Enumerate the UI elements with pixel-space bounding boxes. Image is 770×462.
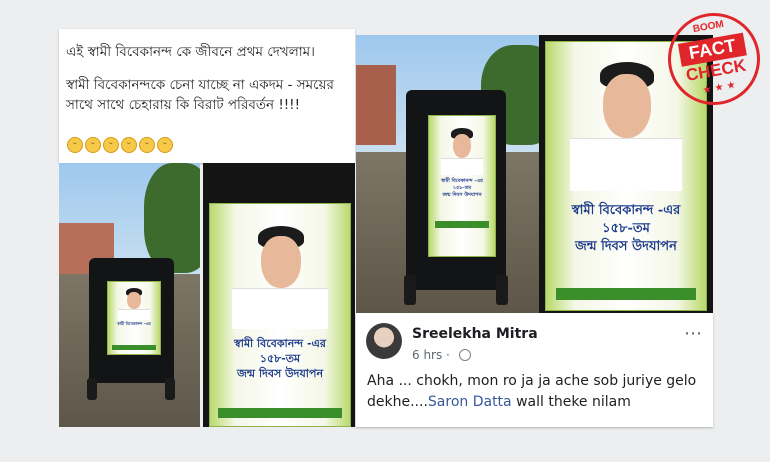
banner-title-closeup-large: স্বামী বিবেকানন্দ -এর ১৫৮-তম জন্ম দিবস উ… <box>554 202 698 256</box>
comment-author-name[interactable]: Sreelekha Mitra <box>412 326 538 342</box>
banner-title-line2: ১৫৮-তম <box>259 352 301 365</box>
banner-title-line3: জন্ম দিবস উদযাপন <box>442 192 482 198</box>
post-text-line2: স্বামী বিবেকানন্দকে চেনা যাচ্ছে না একদম … <box>66 77 334 113</box>
banner-title-closeup-small: স্বামী বিবেকানন্দ -এর ১৫৮-তম জন্ম দিবস উ… <box>216 336 344 381</box>
boom-fact-check-stamp-logo: BOOM FACT CHECK ★ ★ ★ <box>660 5 768 113</box>
grin-emoji-icon: ᵕ <box>103 137 119 153</box>
banner-title-line1: স্বামী বিবেকানন্দ -এর <box>234 337 326 350</box>
grin-emoji-icon: ᵕ <box>67 137 83 153</box>
comment-timestamp[interactable]: 6 hrs · <box>412 348 450 362</box>
grin-emoji-icon: ᵕ <box>157 137 173 153</box>
banner-title-line1: স্বামী বিবেকানন্দ -এর <box>571 203 681 218</box>
comment-body: Aha ... chokh, mon ro ja ja ache sob jur… <box>367 371 707 413</box>
photo-banner-closeup-small: স্বামী বিবেকানন্দ -এর ১৫৮-তম জন্ম দিবস উ… <box>203 163 355 427</box>
globe-icon <box>459 349 471 361</box>
post-text-card: এই স্বামী বিবেকানন্দ কে জীবনে প্রথম দেখল… <box>59 29 355 163</box>
banner-title-line2: ১৫৮-তম <box>602 221 650 236</box>
banner-text-small: স্বামী বিবেকানন্দ -এর <box>117 321 151 326</box>
grin-emoji-icon: ᵕ <box>85 137 101 153</box>
avatar[interactable] <box>366 323 402 359</box>
banner-title-line3: জন্ম দিবস উদযাপন <box>236 367 324 380</box>
grin-emoji-icon: ᵕ <box>121 137 137 153</box>
photo-rickshaw-street-large: স্বামী বিবেকানন্দ -এর ১৫৮-তম জন্ম দিবস উ… <box>356 35 539 313</box>
facebook-comment-card: Sreelekha Mitra 6 hrs · ⋯ Aha ... chokh,… <box>356 313 713 427</box>
banner-text-medium: স্বামী বিবেকানন্দ -এর ১৫৮-তম জন্ম দিবস উ… <box>431 178 493 199</box>
more-options-icon[interactable]: ⋯ <box>684 323 703 344</box>
banner-title-line1: স্বামী বিবেকানন্দ -এর <box>441 178 483 184</box>
post-text-line1: এই স্বামী বিবেকানন্দ কে জীবনে প্রথম দেখল… <box>66 44 315 60</box>
banner-title-line3: জন্ম দিবস উদযাপন <box>575 239 677 254</box>
banner-title-line2: ১৫৮-তম <box>452 185 472 191</box>
tagged-user-link[interactable]: Saron Datta <box>428 394 512 410</box>
emoji-row: ᵕ ᵕ ᵕ ᵕ ᵕ ᵕ <box>67 137 173 153</box>
comment-text-end: wall theke nilam <box>511 394 631 410</box>
grin-emoji-icon: ᵕ <box>139 137 155 153</box>
photo-rickshaw-street-small: স্বামী বিবেকানন্দ -এর <box>59 163 200 427</box>
